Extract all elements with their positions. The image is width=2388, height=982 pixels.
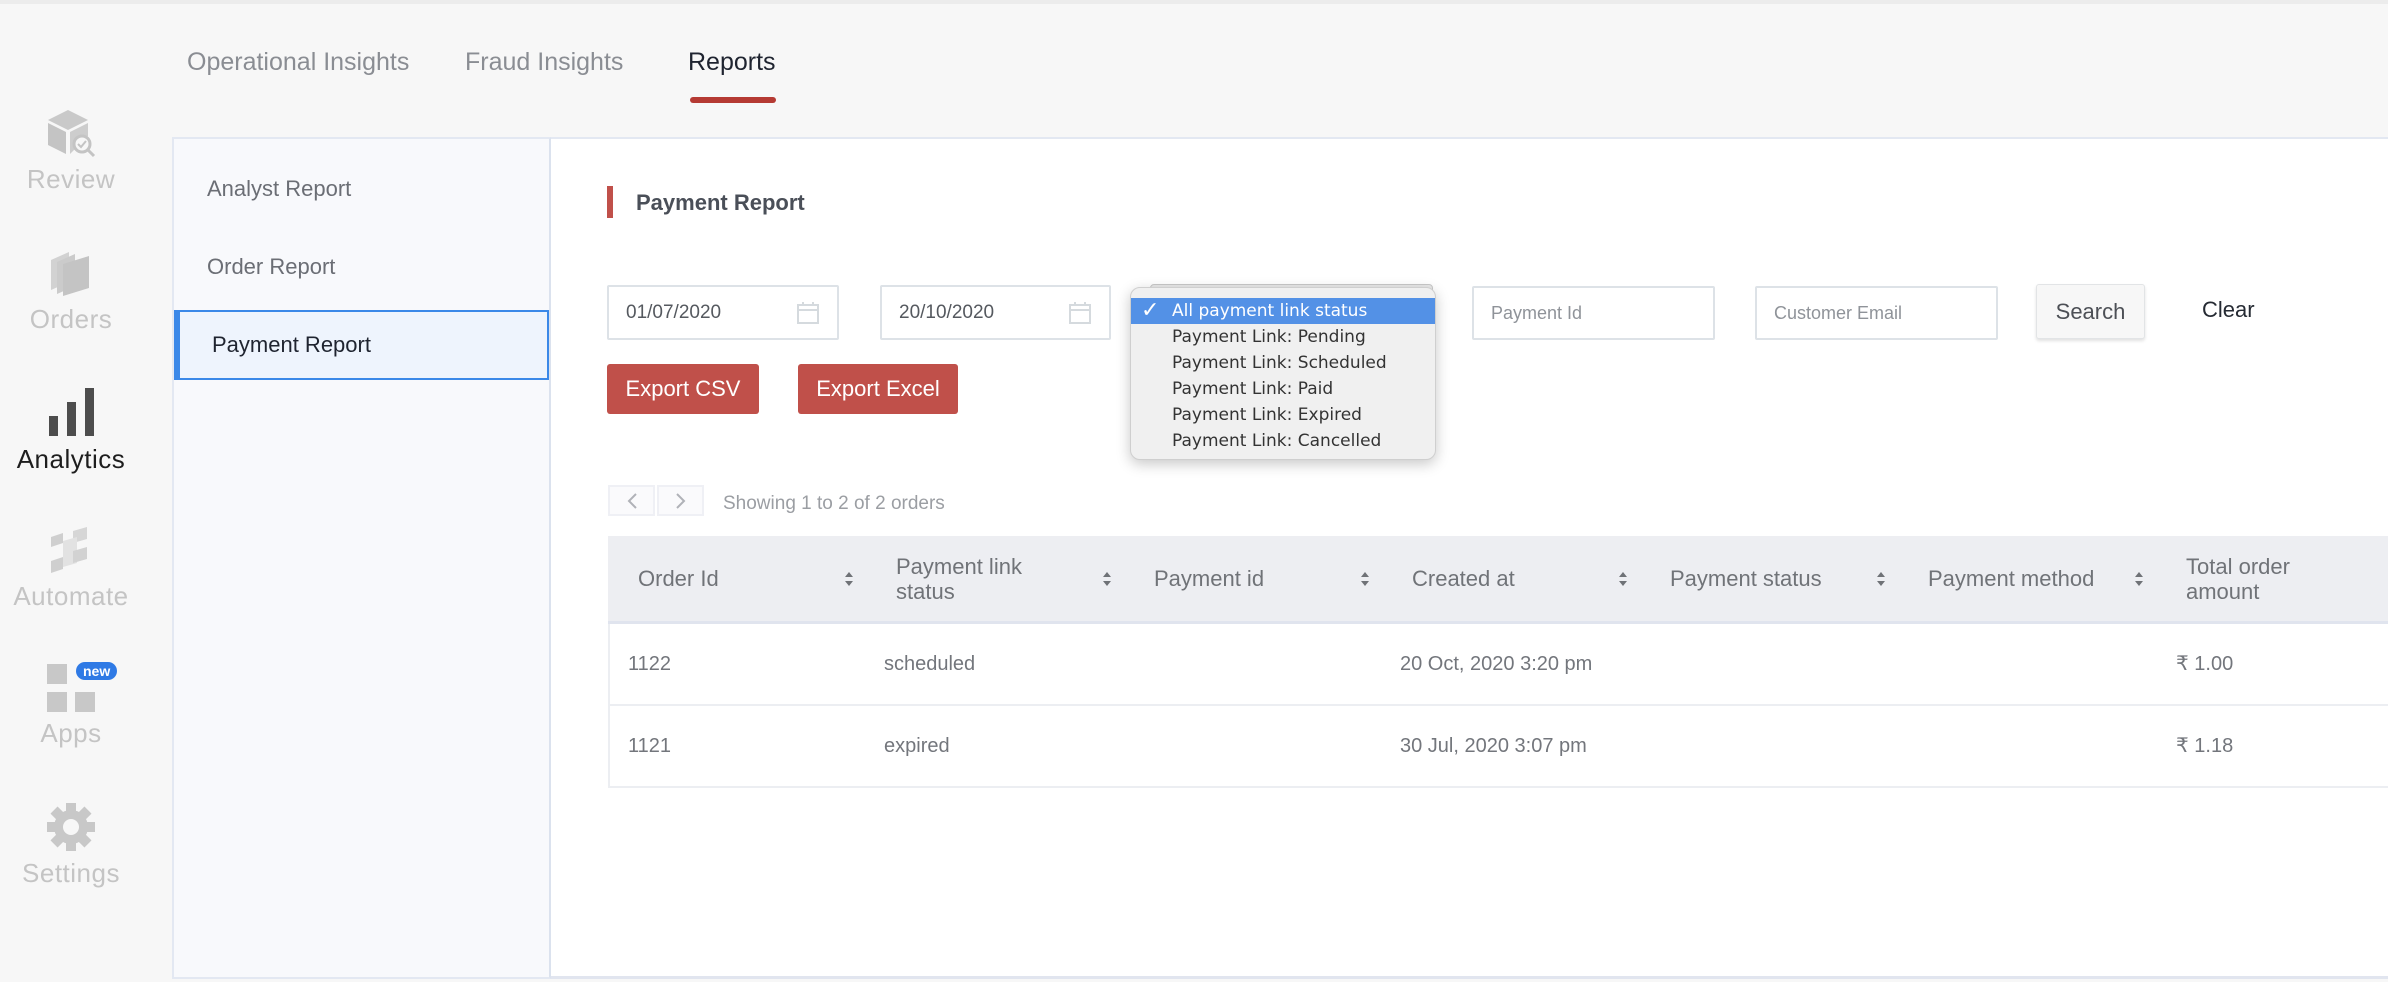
tab-operational-insights[interactable]: Operational Insights: [187, 48, 409, 77]
cell-total-amount: ₹ 1.00: [2176, 653, 2234, 675]
rail-label: Analytics: [16, 444, 126, 474]
dropdown-option-all[interactable]: ✓ All payment link status: [1131, 298, 1435, 324]
active-tab-indicator: [690, 97, 776, 103]
column-header-payment-link-status[interactable]: Payment link status: [896, 536, 1086, 621]
payment-report-table: Order Id Payment link status Payment id …: [608, 536, 2388, 788]
table-body: 1122 scheduled 20 Oct, 2020 3:20 pm ₹ 1.…: [608, 624, 2388, 788]
dropdown-option-cancelled[interactable]: Payment Link: Cancelled: [1131, 428, 1435, 454]
sort-icon[interactable]: [1360, 569, 1370, 589]
column-header-total-order-amount[interactable]: Total order amount: [2186, 536, 2346, 621]
dropdown-option-pending[interactable]: Payment Link: Pending: [1131, 324, 1435, 350]
column-header-created-at[interactable]: Created at: [1412, 536, 1612, 621]
chevron-left-icon: [627, 492, 637, 509]
cell-created-at: 20 Oct, 2020 3:20 pm: [1400, 653, 1593, 675]
end-date-input[interactable]: 20/10/2020: [880, 285, 1111, 340]
rail-item-orders[interactable]: Orders: [0, 250, 142, 335]
new-badge: new: [76, 662, 118, 680]
report-subnav: Analyst Report Order Report Payment Repo…: [172, 137, 551, 979]
rail-label: Review: [26, 164, 116, 194]
table-header: Order Id Payment link status Payment id …: [608, 536, 2388, 624]
rail-label: Apps: [40, 718, 102, 748]
cell-payment-link-status: scheduled: [884, 653, 976, 675]
clear-button[interactable]: Clear: [2202, 297, 2255, 323]
title-accent-bar: [607, 186, 613, 218]
rail-label: Automate: [13, 581, 129, 611]
payment-id-input[interactable]: Payment Id: [1472, 286, 1715, 340]
start-date-value: 01/07/2020: [626, 302, 722, 323]
sort-icon[interactable]: [1618, 569, 1628, 589]
export-csv-button[interactable]: Export CSV: [607, 364, 759, 414]
dropdown-option-paid[interactable]: Payment Link: Paid: [1131, 376, 1435, 402]
bar-chart-icon: [49, 388, 94, 436]
cell-payment-link-status: expired: [884, 735, 950, 757]
column-header-order-id[interactable]: Order Id: [638, 536, 838, 621]
package-review-icon: [48, 110, 96, 158]
sort-icon[interactable]: [1102, 569, 1112, 589]
cell-order-id: 1122: [628, 653, 672, 675]
calendar-icon[interactable]: [797, 301, 819, 325]
search-button[interactable]: Search: [2036, 284, 2145, 339]
start-date-input[interactable]: 01/07/2020: [607, 285, 839, 340]
next-page-button[interactable]: [657, 485, 704, 516]
rail-item-automate[interactable]: Automate: [0, 525, 142, 612]
column-header-payment-id[interactable]: Payment id: [1154, 536, 1354, 621]
top-border: [0, 0, 2388, 4]
payment-link-status-dropdown[interactable]: ✓ All payment link status Payment Link: …: [1130, 287, 1436, 460]
tab-reports[interactable]: Reports: [688, 48, 776, 77]
rail-label: Orders: [29, 304, 113, 334]
pagination-summary: Showing 1 to 2 of 2 orders: [723, 493, 945, 514]
column-header-payment-status[interactable]: Payment status: [1670, 536, 1870, 621]
orders-stack-icon: [51, 252, 89, 296]
cell-order-id: 1121: [628, 735, 672, 757]
dropdown-option-expired[interactable]: Payment Link: Expired: [1131, 402, 1435, 428]
subnav-item-payment-report[interactable]: Payment Report: [174, 310, 549, 380]
rail-item-analytics[interactable]: Analytics: [0, 388, 142, 475]
table-row[interactable]: 1122 scheduled 20 Oct, 2020 3:20 pm ₹ 1.…: [610, 624, 2388, 706]
sort-icon[interactable]: [844, 569, 854, 589]
tab-fraud-insights[interactable]: Fraud Insights: [465, 48, 623, 77]
subnav-item-order-report[interactable]: Order Report: [174, 232, 549, 302]
subnav-item-analyst-report[interactable]: Analyst Report: [174, 154, 549, 224]
rail-item-apps[interactable]: new Apps: [0, 662, 142, 749]
table-row[interactable]: 1121 expired 30 Jul, 2020 3:07 pm ₹ 1.18: [610, 706, 2388, 788]
chevron-right-icon: [675, 492, 685, 509]
cell-created-at: 30 Jul, 2020 3:07 pm: [1400, 735, 1587, 757]
sort-icon[interactable]: [2134, 569, 2144, 589]
export-excel-button[interactable]: Export Excel: [798, 364, 958, 414]
automate-blocks-icon: [51, 527, 87, 573]
dropdown-option-scheduled[interactable]: Payment Link: Scheduled: [1131, 350, 1435, 376]
rail-item-review[interactable]: Review: [0, 108, 142, 195]
sort-icon[interactable]: [1876, 569, 1886, 589]
end-date-value: 20/10/2020: [899, 302, 995, 323]
prev-page-button[interactable]: [608, 485, 655, 516]
checkmark-icon: ✓: [1141, 298, 1160, 323]
calendar-icon[interactable]: [1069, 301, 1091, 325]
page-title: Payment Report: [636, 190, 805, 215]
rail-label: Settings: [22, 858, 120, 888]
customer-email-input[interactable]: Customer Email: [1755, 286, 1998, 340]
cell-total-amount: ₹ 1.18: [2176, 735, 2234, 757]
rail-item-settings[interactable]: Settings: [0, 802, 142, 889]
column-header-payment-method[interactable]: Payment method: [1928, 536, 2128, 621]
gear-icon: [47, 803, 95, 851]
